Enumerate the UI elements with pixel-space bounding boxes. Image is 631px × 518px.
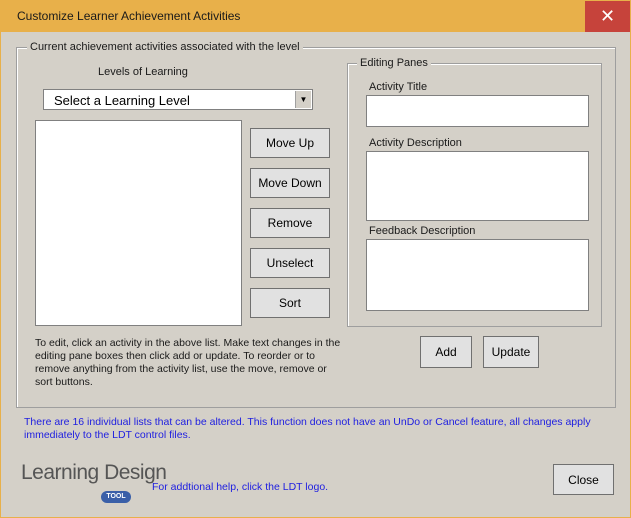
move-down-button[interactable]: Move Down	[250, 168, 330, 198]
ldt-logo-badge: TOOL	[101, 491, 131, 503]
editing-panes-group-label: Editing Panes	[357, 57, 431, 69]
activity-list[interactable]	[35, 120, 242, 326]
activity-title-field[interactable]	[366, 95, 589, 127]
additional-help-text: For addtional help, click the LDT logo.	[152, 481, 329, 493]
dialog-window: Customize Learner Achievement Activities…	[0, 0, 631, 518]
levels-of-learning-label: Levels of Learning	[98, 66, 188, 78]
learning-level-select[interactable]: Select a Learning Level ▼	[43, 89, 313, 110]
sort-button[interactable]: Sort	[250, 288, 330, 318]
chevron-down-icon[interactable]: ▼	[295, 91, 311, 108]
close-icon: ✕	[599, 6, 616, 26]
activity-description-label: Activity Description	[369, 137, 462, 149]
add-button[interactable]: Add	[420, 336, 472, 368]
activity-title-label: Activity Title	[369, 81, 428, 93]
feedback-description-label: Feedback Description	[369, 225, 476, 237]
learning-level-selected-value: Select a Learning Level	[54, 93, 190, 108]
ldt-logo-text: Learning Design	[21, 461, 167, 484]
close-button[interactable]: Close	[553, 464, 614, 495]
title-bar: Customize Learner Achievement Activities…	[1, 1, 630, 32]
lists-notice: There are 16 individual lists that can b…	[24, 416, 591, 441]
update-button[interactable]: Update	[483, 336, 539, 368]
move-up-button[interactable]: Move Up	[250, 128, 330, 158]
activity-description-field[interactable]	[366, 151, 589, 221]
window-close-button[interactable]: ✕	[585, 1, 630, 32]
window-title: Customize Learner Achievement Activities	[17, 9, 241, 23]
current-activities-group-label: Current achievement activities associate…	[27, 41, 303, 53]
unselect-button[interactable]: Unselect	[250, 248, 330, 278]
ldt-logo[interactable]: Learning Design TOOL	[21, 461, 167, 505]
remove-button[interactable]: Remove	[250, 208, 330, 238]
help-instructions: To edit, click an activity in the above …	[35, 337, 341, 388]
feedback-description-field[interactable]	[366, 239, 589, 311]
